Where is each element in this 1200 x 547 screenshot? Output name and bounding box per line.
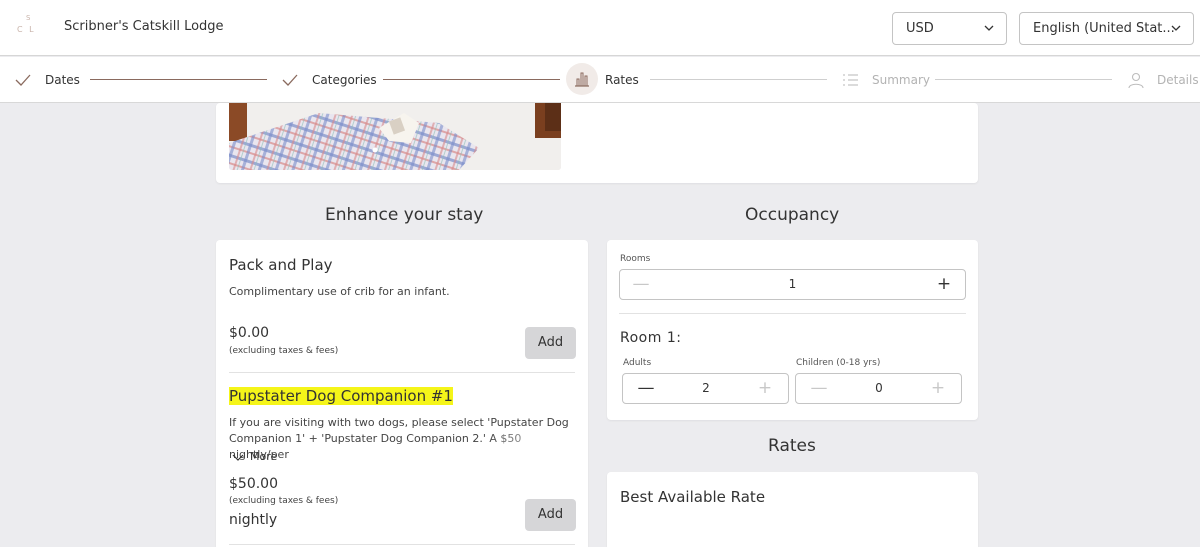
language-value: English (United Stat... <box>1033 21 1175 36</box>
adults-stepper: — 2 + <box>622 373 789 404</box>
bar-chart-icon <box>575 72 589 87</box>
step-connector <box>90 79 267 80</box>
rooms-label: Rooms <box>620 254 651 264</box>
room-photo[interactable] <box>229 103 561 170</box>
step-details: Details <box>1157 73 1199 87</box>
step-connector <box>935 79 1112 80</box>
rates-title: Rates <box>768 436 816 456</box>
logo-text-bottom: C L <box>17 25 36 34</box>
more-toggle[interactable]: More <box>232 450 277 463</box>
rates-card: Best Available Rate <box>607 472 978 547</box>
add-pack-and-play-button[interactable]: Add <box>525 327 576 359</box>
step-rates: Rates <box>605 73 639 87</box>
item-title: Pack and Play <box>229 256 333 274</box>
check-icon <box>282 74 298 86</box>
more-label: More <box>250 450 278 463</box>
adults-value: 2 <box>702 381 710 395</box>
item-title-highlighted: Pupstater Dog Companion #1 <box>229 387 453 405</box>
rooms-increment-button[interactable]: + <box>929 270 959 299</box>
children-increment-button[interactable]: + <box>923 374 953 403</box>
room-photo-image <box>229 103 561 170</box>
text-fade <box>486 432 576 448</box>
language-select[interactable]: English (United Stat... <box>1019 12 1194 45</box>
item-price: $50.00 <box>229 476 278 492</box>
children-stepper: — 0 + <box>795 373 962 404</box>
occupancy-card: Rooms — 1 + Room 1: Adults — 2 + Childre… <box>607 240 978 420</box>
step-categories[interactable]: Categories <box>312 73 377 87</box>
hotel-logo[interactable]: S C L <box>17 14 41 38</box>
hotel-name: Scribner's Catskill Lodge <box>64 19 224 34</box>
adults-increment-button[interactable]: + <box>750 374 780 403</box>
rooms-stepper: — 1 + <box>619 269 966 300</box>
logo-text-top: S <box>26 14 31 22</box>
children-value: 0 <box>875 381 883 395</box>
adults-decrement-button[interactable]: — <box>631 374 661 403</box>
item-title: Pupstater Dog Companion #1 <box>229 387 453 405</box>
user-icon <box>1128 72 1144 89</box>
step-summary: Summary <box>872 73 930 87</box>
room-photo-card <box>216 103 978 183</box>
booking-steps: Dates Categories Rates Summary Details <box>0 57 1200 103</box>
top-bar: S C L Scribner's Catskill Lodge USD Engl… <box>0 0 1200 56</box>
add-dog-companion-button[interactable]: Add <box>525 499 576 531</box>
step-connector <box>383 79 560 80</box>
currency-select[interactable]: USD <box>892 12 1007 45</box>
rooms-decrement-button[interactable]: — <box>626 270 656 299</box>
price-unit: nightly <box>229 512 278 528</box>
children-decrement-button[interactable]: — <box>804 374 834 403</box>
occupancy-title: Occupancy <box>745 205 840 225</box>
item-description: Complimentary use of crib for an infant. <box>229 285 450 298</box>
list-icon <box>843 74 858 86</box>
chevron-down-icon <box>1171 25 1181 31</box>
children-label: Children (0-18 yrs) <box>796 358 881 368</box>
enhancements-card: Pack and Play Complimentary use of crib … <box>216 240 588 547</box>
enhance-title: Enhance your stay <box>325 205 484 225</box>
item-price: $0.00 <box>229 325 270 341</box>
price-note: (excluding taxes & fees) <box>229 496 339 506</box>
divider <box>229 544 575 545</box>
rooms-value: 1 <box>788 277 797 291</box>
currency-value: USD <box>906 21 934 36</box>
chevron-down-icon <box>232 454 244 461</box>
adults-label: Adults <box>623 358 652 368</box>
chevron-down-icon <box>984 25 994 31</box>
divider <box>229 372 575 373</box>
best-available-rate-title: Best Available Rate <box>620 488 766 506</box>
room-title: Room 1: <box>620 330 682 346</box>
divider <box>619 313 966 314</box>
check-icon <box>15 74 31 86</box>
price-note: (excluding taxes & fees) <box>229 346 339 356</box>
step-connector <box>650 79 827 80</box>
step-dates[interactable]: Dates <box>45 73 80 87</box>
